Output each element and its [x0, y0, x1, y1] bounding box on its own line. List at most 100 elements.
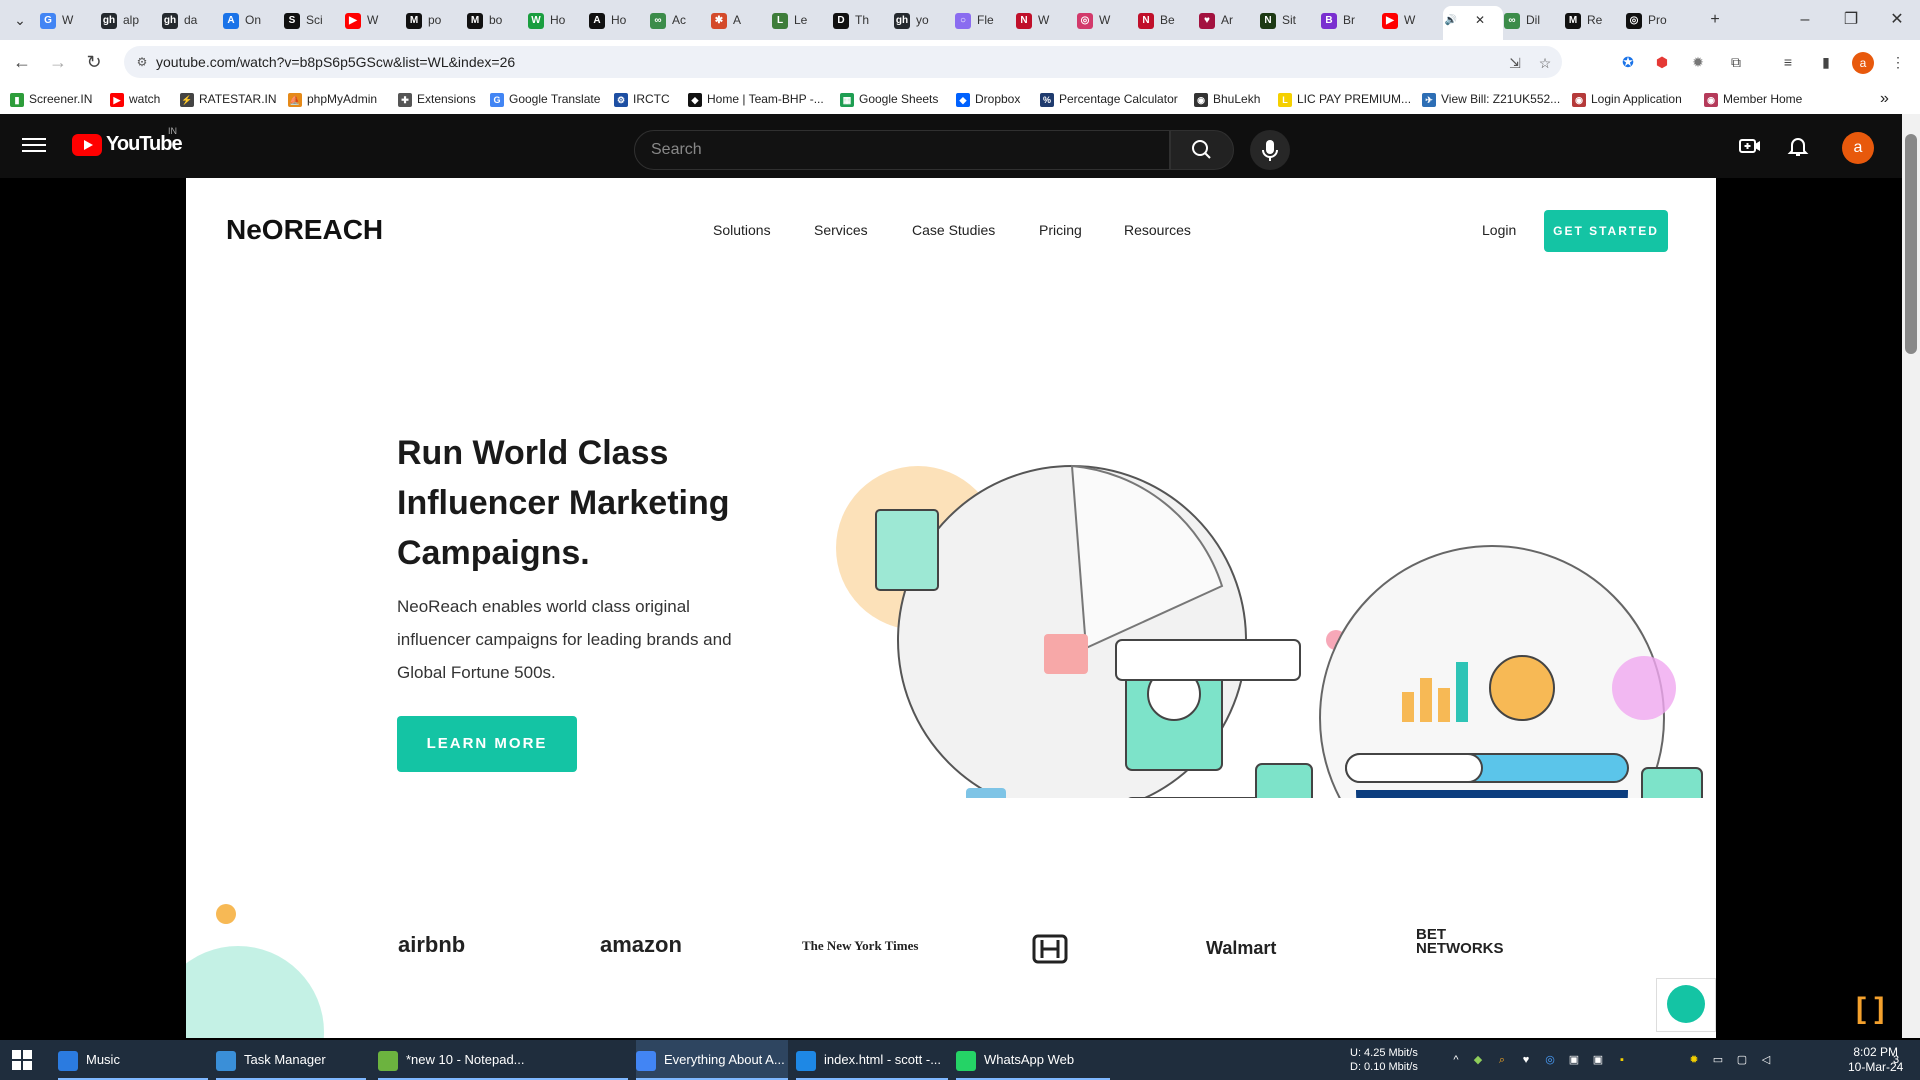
browser-tab[interactable]: M Re: [1565, 6, 1625, 34]
browser-tab[interactable]: ◎ W: [1077, 6, 1137, 34]
browser-tab[interactable]: ◎ Pro: [1626, 6, 1686, 34]
browser-tab[interactable]: ▶ W: [1382, 6, 1442, 34]
browser-tab[interactable]: ✱ A: [711, 6, 771, 34]
browser-tab[interactable]: gh alp: [101, 6, 161, 34]
tray-cpu-icon[interactable]: ▪: [1614, 1052, 1630, 1068]
browser-tab[interactable]: gh yo: [894, 6, 954, 34]
extensions-puzzle-icon[interactable]: ⧉: [1726, 52, 1746, 72]
tray-globe-icon[interactable]: ◎: [1542, 1052, 1558, 1068]
browser-tab[interactable]: L Le: [772, 6, 832, 34]
browser-tab[interactable]: ♥ Ar: [1199, 6, 1259, 34]
windows-start-icon[interactable]: [12, 1050, 32, 1070]
hamburger-menu-icon[interactable]: [22, 134, 46, 158]
tray-monitor-icon[interactable]: ▣: [1566, 1052, 1582, 1068]
bug-extension-icon[interactable]: ✹: [1688, 52, 1708, 72]
create-video-icon[interactable]: [1738, 134, 1762, 158]
taskbar-app[interactable]: Task Manager: [216, 1040, 366, 1080]
bookmark-item[interactable]: ⚙ IRCTC: [614, 84, 670, 114]
close-tab-icon[interactable]: ✕: [1475, 13, 1485, 27]
bookmark-item[interactable]: % Percentage Calculator: [1040, 84, 1178, 114]
taskbar-app[interactable]: index.html - scott -...: [796, 1040, 948, 1080]
taskbar-app[interactable]: *new 10 - Notepad...: [378, 1040, 628, 1080]
browser-tab[interactable]: B Br: [1321, 6, 1381, 34]
menu-kebab-icon[interactable]: ⋮: [1888, 52, 1908, 72]
browser-tab[interactable]: D Th: [833, 6, 893, 34]
browser-tab[interactable]: GW: [40, 6, 100, 34]
voice-search-button[interactable]: [1250, 130, 1290, 170]
tray-sun-icon[interactable]: ✹: [1686, 1052, 1702, 1068]
bookmark-item[interactable]: ◆ Dropbox: [956, 84, 1020, 114]
bookmark-item[interactable]: ▶ watch: [110, 84, 160, 114]
browser-tab[interactable]: ○ Fle: [955, 6, 1015, 34]
back-arrow-icon[interactable]: ←: [10, 50, 34, 74]
new-tab-button[interactable]: +: [1700, 8, 1730, 32]
browser-tab[interactable]: ∞ Ac: [650, 6, 710, 34]
youtube-account-avatar[interactable]: a: [1842, 132, 1874, 164]
browser-tab[interactable]: ▶ W: [345, 6, 405, 34]
browser-tab[interactable]: N Sit: [1260, 6, 1320, 34]
tray-display-icon[interactable]: ▣: [1590, 1052, 1606, 1068]
bookmark-star-icon[interactable]: ☆: [1536, 54, 1554, 72]
close-window-button[interactable]: ✕: [1882, 8, 1912, 32]
media-control-icon[interactable]: ≡: [1778, 52, 1798, 72]
bookmark-item[interactable]: ⛵ phpMyAdmin: [288, 84, 377, 114]
restore-button[interactable]: ❐: [1836, 8, 1866, 32]
tab-search-icon[interactable]: ⌄: [8, 8, 32, 32]
browser-tab[interactable]: gh da: [162, 6, 222, 34]
fullscreen-bracket-icon[interactable]: [ ]: [1856, 992, 1884, 1026]
bookmark-item[interactable]: ▮ Screener.IN: [10, 84, 92, 114]
browser-tab[interactable]: N Be: [1138, 6, 1198, 34]
site-info-icon[interactable]: ⚙: [134, 54, 150, 70]
scrollbar-thumb[interactable]: [1905, 134, 1917, 354]
profile-avatar[interactable]: a: [1852, 52, 1874, 74]
taskbar-app[interactable]: WhatsApp Web: [956, 1040, 1110, 1080]
browser-tab[interactable]: Mbo: [467, 6, 527, 34]
bookmark-item[interactable]: ◉ Login Application: [1572, 84, 1682, 114]
tray-shield-icon[interactable]: ♥: [1518, 1052, 1534, 1068]
notifications-bell-icon[interactable]: [1786, 134, 1810, 158]
minimize-button[interactable]: –: [1790, 8, 1820, 32]
volume-icon[interactable]: ◁: [1758, 1052, 1774, 1068]
address-bar[interactable]: ⚙ youtube.com/watch?v=b8pS6p5GScw&list=W…: [124, 46, 1562, 78]
video-player[interactable]: NeOREACH Solutions Services Case Studies…: [186, 178, 1716, 1038]
network-icon[interactable]: ▢: [1734, 1052, 1750, 1068]
browser-tab[interactable]: NW: [1016, 6, 1076, 34]
tab-active[interactable]: 🔊 ✕: [1443, 6, 1503, 40]
browser-tab[interactable]: S Sci: [284, 6, 344, 34]
reload-icon[interactable]: ↻: [82, 50, 106, 74]
tray-search-icon[interactable]: ⌕: [1494, 1052, 1510, 1068]
side-panel-icon[interactable]: ▮: [1816, 52, 1836, 72]
page-scrollbar[interactable]: [1902, 114, 1920, 1038]
taskbar-app-label: *new 10 - Notepad...: [406, 1052, 525, 1067]
bookmark-item[interactable]: L LIC PAY PREMIUM...: [1278, 84, 1411, 114]
taskbar-app[interactable]: Music: [58, 1040, 208, 1080]
extension-icon[interactable]: ✪: [1618, 52, 1638, 72]
bookmark-item[interactable]: ⚡ RATESTAR.IN: [180, 84, 277, 114]
url-text[interactable]: youtube.com/watch?v=b8pS6p5GScw&list=WL&…: [156, 46, 515, 78]
bookmark-item[interactable]: ◉ Member Home: [1704, 84, 1802, 114]
notification-center-icon[interactable]: 3: [1888, 1052, 1904, 1068]
browser-tab[interactable]: Mpo: [406, 6, 466, 34]
bookmark-item[interactable]: ◆ Home | Team-BHP -...: [688, 84, 824, 114]
tray-chevron-icon[interactable]: ^: [1448, 1052, 1464, 1068]
ublock-icon[interactable]: ⬢: [1652, 52, 1672, 72]
forward-arrow-icon[interactable]: →: [46, 50, 70, 74]
taskbar-app[interactable]: Everything About A...: [636, 1040, 788, 1080]
install-app-icon[interactable]: ⇲: [1506, 54, 1524, 72]
bookmark-item[interactable]: G Google Translate: [490, 84, 600, 114]
more-bookmarks-button[interactable]: »: [1880, 84, 1889, 114]
bookmark-label: View Bill: Z21UK552...: [1441, 92, 1561, 106]
tab-label: alp: [123, 13, 140, 27]
browser-tab[interactable]: A On: [223, 6, 283, 34]
search-button[interactable]: [1170, 130, 1234, 170]
tray-app-icon[interactable]: ◆: [1470, 1052, 1486, 1068]
browser-tab[interactable]: ∞ Dil: [1504, 6, 1564, 34]
battery-icon[interactable]: ▭: [1710, 1052, 1726, 1068]
browser-tab[interactable]: W Ho: [528, 6, 588, 34]
bookmark-item[interactable]: ✈ View Bill: Z21UK552...: [1422, 84, 1560, 114]
search-input[interactable]: Search: [634, 130, 1170, 170]
bookmark-item[interactable]: ▦ Google Sheets: [840, 84, 938, 114]
bookmark-item[interactable]: ◉ BhuLekh: [1194, 84, 1260, 114]
browser-tab[interactable]: A Ho: [589, 6, 649, 34]
bookmark-item[interactable]: ✚ Extensions: [398, 84, 476, 114]
